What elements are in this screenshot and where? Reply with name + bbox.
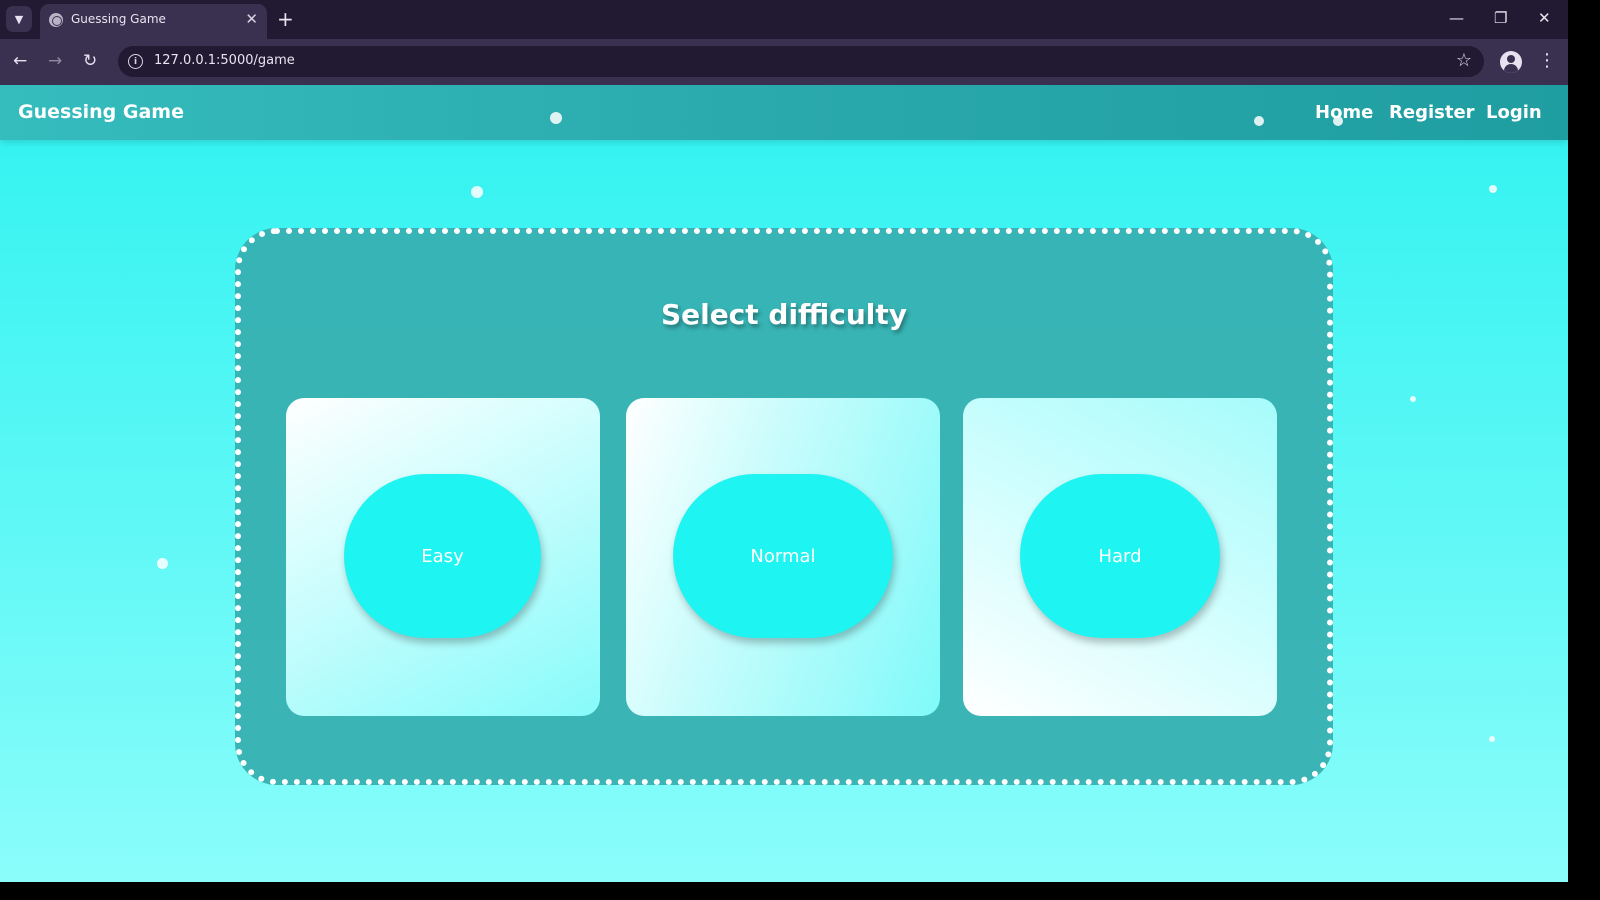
- decorative-dot: [1489, 185, 1497, 193]
- difficulty-card-easy: Easy: [286, 398, 600, 716]
- nav-link-login[interactable]: Login: [1486, 102, 1542, 123]
- page-viewport: Guessing Game Home Register Login Select…: [0, 85, 1568, 882]
- minimize-icon[interactable]: —: [1449, 9, 1464, 27]
- difficulty-panel: Select difficulty Easy Normal Hard: [235, 228, 1333, 785]
- globe-icon: [49, 13, 63, 27]
- back-arrow-icon[interactable]: ←: [13, 51, 27, 71]
- difficulty-card-hard: Hard: [963, 398, 1277, 716]
- url-text: 127.0.0.1:5000/game: [154, 53, 295, 68]
- tab-title: Guessing Game: [71, 12, 166, 26]
- decorative-dot: [550, 112, 562, 124]
- tab-search-chevron-down-icon[interactable]: ▼: [6, 6, 32, 32]
- reload-icon[interactable]: ↻: [83, 51, 97, 71]
- new-tab-plus-icon[interactable]: +: [277, 7, 294, 31]
- site-brand[interactable]: Guessing Game: [18, 101, 184, 123]
- tab-close-icon[interactable]: ✕: [245, 10, 258, 28]
- close-window-icon[interactable]: ✕: [1538, 9, 1551, 27]
- bookmark-star-icon[interactable]: ☆: [1456, 50, 1472, 71]
- site-navbar: Guessing Game Home Register Login: [0, 85, 1568, 140]
- decorative-dot: [1489, 736, 1495, 742]
- decorative-dot: [471, 186, 483, 198]
- browser-tab[interactable]: Guessing Game ✕: [40, 4, 267, 39]
- easy-button[interactable]: Easy: [344, 474, 541, 638]
- kebab-menu-icon[interactable]: ⋮: [1538, 50, 1556, 72]
- decorative-dot: [157, 558, 168, 569]
- nav-link-home[interactable]: Home: [1315, 102, 1373, 123]
- decorative-dot: [1333, 116, 1343, 126]
- panel-title: Select difficulty: [660, 298, 908, 331]
- profile-icon[interactable]: [1500, 51, 1522, 73]
- hard-button[interactable]: Hard: [1020, 474, 1220, 638]
- browser-tab-strip: ▼ Guessing Game ✕ + — ❐ ✕: [0, 0, 1568, 39]
- restore-icon[interactable]: ❐: [1494, 9, 1507, 27]
- nav-link-register[interactable]: Register: [1389, 102, 1475, 123]
- difficulty-card-normal: Normal: [626, 398, 940, 716]
- decorative-dot: [1254, 116, 1264, 126]
- site-info-icon[interactable]: i: [128, 54, 143, 69]
- address-bar[interactable]: i 127.0.0.1:5000/game ☆: [118, 46, 1484, 77]
- browser-toolbar: ← → ↻ i 127.0.0.1:5000/game ☆ ⋮: [0, 39, 1568, 85]
- decorative-dot: [1410, 396, 1416, 402]
- normal-button[interactable]: Normal: [673, 474, 893, 638]
- forward-arrow-icon[interactable]: →: [48, 51, 62, 71]
